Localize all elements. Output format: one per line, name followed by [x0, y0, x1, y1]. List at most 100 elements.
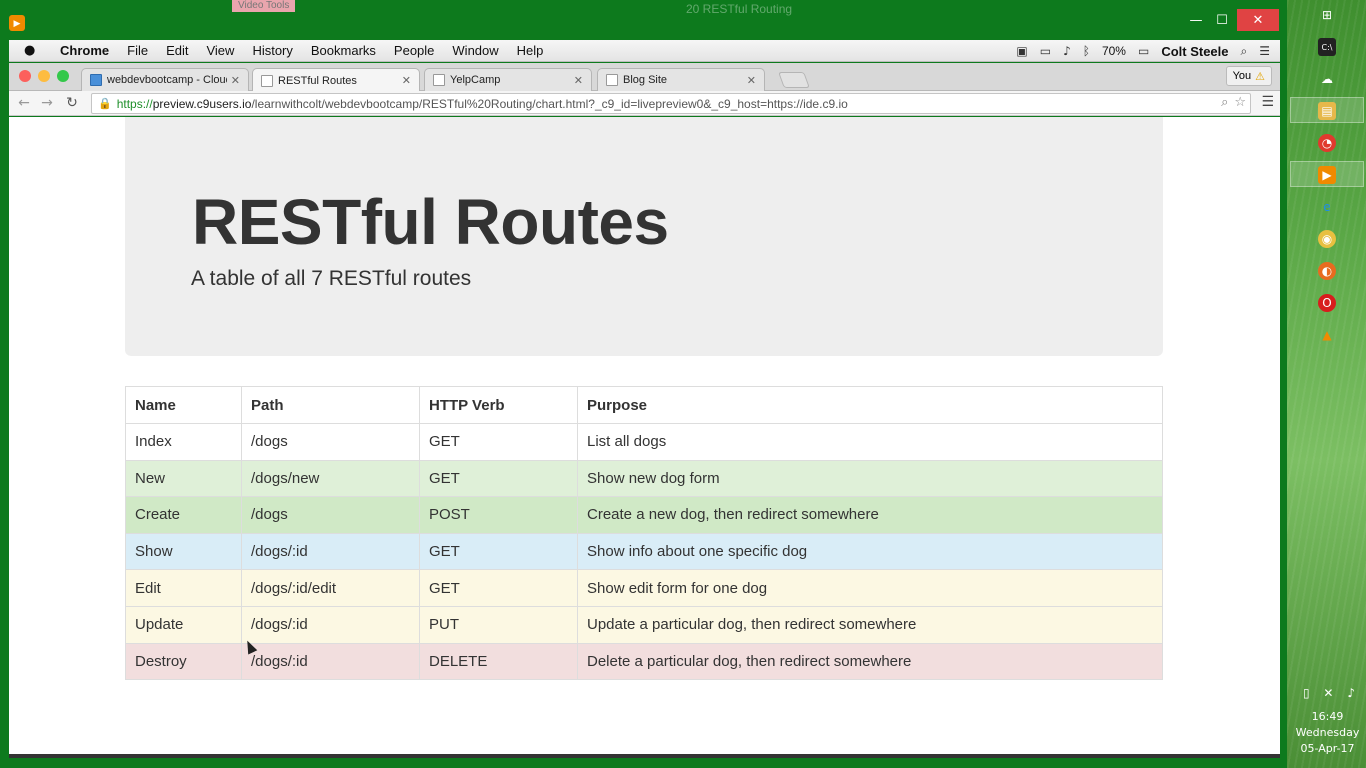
traffic-zoom-button[interactable]: [57, 70, 69, 82]
page-viewport: RESTful Routes A table of all 7 RESTful …: [9, 117, 1280, 754]
player-logo-icon: ▶: [9, 15, 25, 31]
cell-path: /dogs/:id: [241, 532, 420, 571]
profile-button[interactable]: You ⚠: [1225, 66, 1272, 86]
cmd-icon[interactable]: C:\: [1318, 38, 1336, 56]
taskbar-clock[interactable]: 16:49 Wednesday 05-Apr-17: [1289, 709, 1366, 757]
tab-close-icon[interactable]: ✕: [747, 74, 756, 87]
menu-window[interactable]: Window: [452, 43, 498, 58]
new-tab-button[interactable]: [778, 72, 810, 88]
menu-people[interactable]: People: [394, 43, 434, 58]
cell-path: /dogs/new: [241, 459, 420, 498]
header-name: Name: [125, 386, 242, 424]
routes-table: Name Path HTTP Verb Purpose Index/dogs GE…: [125, 386, 1163, 681]
table-row: Update/dogs/:id PUT Update a particular do…: [125, 605, 1163, 644]
cell-verb: PUT: [419, 605, 578, 644]
network-drive-icon[interactable]: ☁: [1318, 70, 1336, 88]
table-header-row: Name Path HTTP Verb Purpose: [125, 386, 1163, 424]
bluetooth-icon[interactable]: ᛒ: [1083, 44, 1090, 58]
tab-close-icon[interactable]: ✕: [574, 74, 583, 87]
tab-blog-site[interactable]: Blog Site ✕: [597, 68, 765, 91]
file-explorer-icon[interactable]: ▤: [1318, 102, 1336, 120]
traffic-minimize-button[interactable]: [38, 70, 50, 82]
battery-icon[interactable]: ▭: [1138, 44, 1149, 58]
video-tools-tab[interactable]: Video Tools: [232, 0, 296, 12]
table-row: Edit/dogs/:id/edit GET Show edit form for …: [125, 569, 1163, 607]
url-host: preview.c9users.io: [152, 96, 252, 111]
lock-icon[interactable]: 🔒: [98, 97, 112, 110]
mac-status-area: ▣ ▭ ♪ ᛒ 70% ▭ Colt Steele ⌕ ☰: [1016, 40, 1270, 62]
menu-help[interactable]: Help: [517, 43, 544, 58]
reload-icon[interactable]: ↻: [63, 94, 81, 112]
cell-purpose: Create a new dog, then redirect somewher…: [577, 496, 1163, 534]
apple-menu-icon[interactable]: ●: [24, 43, 44, 58]
url-path: /learnwithcolt/webdevbootcamp/RESTful%20…: [251, 96, 848, 111]
tab-label: YelpCamp: [450, 74, 501, 86]
menu-file[interactable]: File: [127, 43, 148, 58]
windows-start-icon[interactable]: ⊞: [1318, 6, 1336, 24]
internet-explorer-icon[interactable]: e: [1318, 198, 1336, 216]
cell-verb: GET: [419, 423, 578, 461]
battery-tray-icon[interactable]: ▯: [1303, 686, 1310, 704]
network-tray-icon[interactable]: ✕: [1323, 686, 1333, 704]
cell-purpose: Show edit form for one dog: [577, 569, 1163, 607]
airplay-icon[interactable]: ▭: [1040, 44, 1051, 58]
player-titlebar: ▶ Video Tools 20 RESTful Routing — ☐ ✕: [0, 0, 1287, 40]
table-row: New/dogs/new GET Show new dog form: [125, 459, 1163, 498]
vlc-icon[interactable]: ▲: [1318, 326, 1336, 344]
routes-table-body: Index/dogs GET List all dogs New/dogs/new GE…: [125, 423, 1163, 681]
zoom-icon[interactable]: ⌕: [1221, 95, 1228, 110]
page-subtitle: A table of all 7 RESTful routes: [191, 267, 472, 290]
cell-name: Show: [125, 532, 242, 571]
video-player-icon[interactable]: ▶: [1318, 166, 1336, 184]
menu-history[interactable]: History: [252, 43, 292, 58]
opera-icon[interactable]: O: [1318, 294, 1336, 312]
firefox-icon[interactable]: ◐: [1318, 262, 1336, 280]
chrome-menu-icon[interactable]: ☰: [1261, 94, 1274, 110]
spotlight-search-icon[interactable]: ⌕: [1241, 44, 1248, 59]
cell-verb: GET: [419, 532, 578, 571]
volume-tray-icon[interactable]: ♪: [1347, 686, 1355, 704]
user-name[interactable]: Colt Steele: [1161, 44, 1228, 59]
close-button[interactable]: ✕: [1237, 9, 1279, 31]
tab-close-icon[interactable]: ✕: [402, 74, 411, 87]
chrome-icon[interactable]: ◉: [1318, 230, 1336, 248]
table-row: Show/dogs/:id GET Show info about one spec…: [125, 532, 1163, 571]
tab-webdevbootcamp[interactable]: webdevbootcamp - Cloud9 ✕: [81, 68, 249, 91]
header-path: Path: [241, 386, 420, 424]
cell-name: Edit: [125, 569, 242, 607]
alarm-app-icon[interactable]: ◔: [1318, 134, 1336, 152]
menu-edit[interactable]: Edit: [166, 43, 188, 58]
tab-label: webdevbootcamp - Cloud9: [107, 74, 227, 86]
volume-icon[interactable]: ♪: [1063, 44, 1071, 58]
maximize-button[interactable]: ☐: [1211, 9, 1233, 31]
system-tray: ▯ ✕ ♪: [1296, 686, 1362, 704]
screen-record-icon[interactable]: ▣: [1016, 44, 1027, 58]
cell-purpose: List all dogs: [577, 423, 1163, 461]
tab-yelpcamp[interactable]: YelpCamp ✕: [424, 68, 592, 91]
menu-bookmarks[interactable]: Bookmarks: [311, 43, 376, 58]
back-arrow-icon[interactable]: ←: [15, 94, 33, 112]
tab-label: RESTful Routes: [278, 74, 357, 87]
cell-path: /dogs/:id: [241, 605, 420, 644]
menu-view[interactable]: View: [206, 43, 234, 58]
minimize-button[interactable]: —: [1185, 9, 1207, 31]
page-favicon-icon: [433, 74, 445, 86]
table-row: Destroy/dogs/:id DELETE Delete a particula…: [125, 642, 1163, 681]
tab-restful-routes[interactable]: RESTful Routes ✕: [252, 68, 420, 92]
warning-icon: ⚠: [1255, 69, 1265, 83]
notification-list-icon[interactable]: ☰: [1259, 44, 1270, 58]
tab-close-icon[interactable]: ✕: [231, 74, 240, 87]
menu-app[interactable]: Chrome: [60, 43, 109, 58]
profile-label: You: [1232, 70, 1252, 82]
bookmark-star-icon[interactable]: ☆: [1234, 95, 1246, 110]
cell-name: Index: [125, 423, 242, 461]
cell-path: /dogs: [241, 496, 420, 534]
address-bar[interactable]: 🔒 https://preview.c9users.io/learnwithco…: [91, 93, 1251, 114]
page-favicon-icon: [261, 74, 273, 87]
cell-path: /dogs: [241, 423, 420, 461]
table-row: Create/dogs POST Create a new dog, then re…: [125, 496, 1163, 534]
cell-purpose: Show info about one specific dog: [577, 532, 1163, 571]
cell-verb: DELETE: [419, 642, 578, 681]
forward-arrow-icon[interactable]: →: [38, 94, 56, 112]
traffic-close-button[interactable]: [19, 70, 31, 82]
